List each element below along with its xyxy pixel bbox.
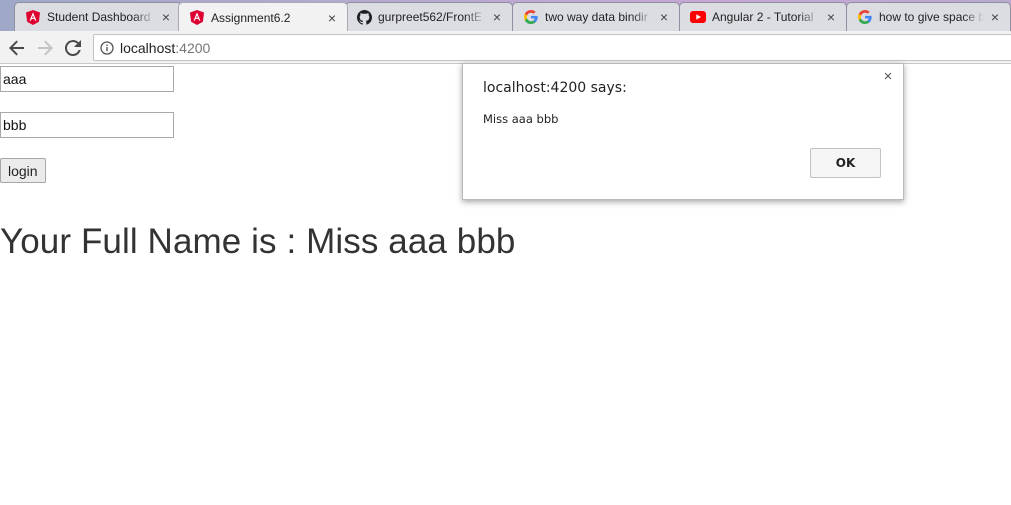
back-button[interactable] bbox=[5, 36, 29, 60]
close-icon[interactable]: × bbox=[657, 10, 671, 24]
close-icon[interactable]: × bbox=[490, 10, 504, 24]
angular-icon bbox=[25, 9, 41, 25]
url-port: :4200 bbox=[175, 39, 211, 56]
tab-title: two way data bindir bbox=[545, 10, 648, 24]
login-button[interactable]: login bbox=[0, 158, 46, 183]
tab-title: gurpreet562/FrontE bbox=[378, 10, 483, 24]
tab-title: Student Dashboard bbox=[47, 10, 151, 24]
tab-google-space[interactable]: how to give space b × bbox=[846, 2, 1011, 31]
tab-title: Assignment6.2 bbox=[211, 10, 291, 25]
ok-button[interactable]: OK bbox=[810, 148, 881, 178]
address-bar[interactable]: localhost:4200 bbox=[93, 34, 1011, 61]
github-icon bbox=[356, 9, 372, 25]
tab-strip: Student Dashboard × Assignment6.2 × gurp… bbox=[0, 0, 1011, 31]
url-host: localhost bbox=[120, 39, 176, 56]
dialog-title: localhost:4200 says: bbox=[483, 80, 627, 96]
info-icon[interactable] bbox=[94, 40, 120, 55]
forward-arrow-icon bbox=[38, 40, 53, 56]
close-icon[interactable]: × bbox=[325, 11, 339, 25]
close-icon[interactable]: × bbox=[881, 69, 895, 84]
url-text: localhost:4200 bbox=[120, 40, 210, 56]
alert-dialog: localhost:4200 says: × Miss aaa bbb OK bbox=[462, 63, 904, 200]
google-icon bbox=[523, 9, 539, 25]
tab-assignment[interactable]: Assignment6.2 × bbox=[178, 2, 348, 31]
first-name-input[interactable] bbox=[0, 66, 174, 92]
youtube-icon bbox=[690, 9, 706, 25]
tab-youtube[interactable]: Angular 2 - Tutorial × bbox=[679, 2, 847, 31]
last-name-input[interactable] bbox=[0, 112, 174, 138]
close-icon[interactable]: × bbox=[824, 10, 838, 24]
tab-title: Angular 2 - Tutorial bbox=[712, 10, 814, 24]
google-icon bbox=[857, 9, 873, 25]
tab-title: how to give space b bbox=[879, 10, 984, 24]
dialog-message: Miss aaa bbb bbox=[483, 112, 559, 126]
close-icon[interactable]: × bbox=[159, 10, 173, 24]
full-name-heading: Your Full Name is : Miss aaa bbb bbox=[0, 222, 516, 261]
tab-github[interactable]: gurpreet562/FrontE × bbox=[345, 2, 513, 31]
browser-toolbar: localhost:4200 bbox=[0, 31, 1011, 64]
reload-icon bbox=[65, 40, 81, 56]
angular-icon bbox=[189, 10, 205, 26]
reload-button[interactable] bbox=[61, 36, 85, 60]
back-arrow-icon bbox=[9, 40, 24, 56]
tab-google-binding[interactable]: two way data bindir × bbox=[512, 2, 680, 31]
forward-button[interactable] bbox=[33, 36, 57, 60]
close-icon[interactable]: × bbox=[988, 10, 1002, 24]
tab-student-dashboard[interactable]: Student Dashboard × bbox=[14, 2, 182, 31]
